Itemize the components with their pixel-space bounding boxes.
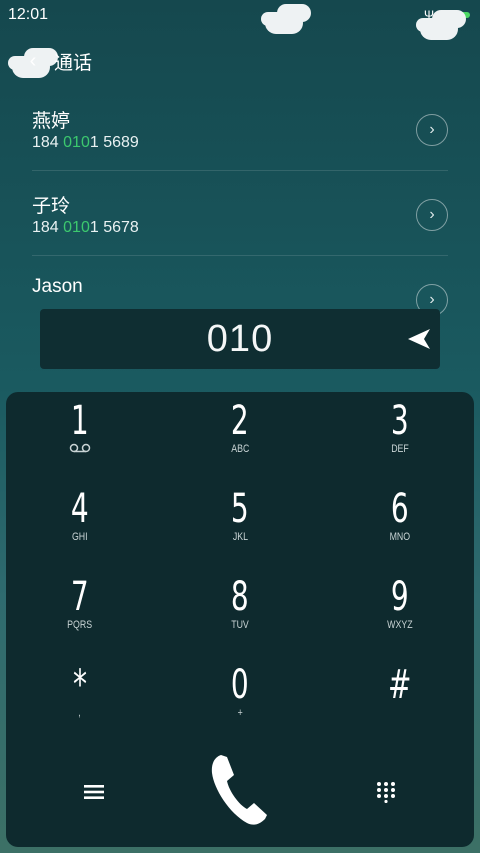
key-letters: GHI — [72, 531, 88, 543]
key-digit: # — [388, 662, 412, 708]
phone-handset-icon — [211, 755, 267, 825]
key-digit: 1 — [71, 398, 89, 444]
key-4[interactable]: 4 GHI — [10, 488, 150, 568]
key-digit: 6 — [391, 486, 409, 532]
back-arrow-icon: ‹ — [29, 49, 37, 72]
key-8[interactable]: 8 TUV — [170, 576, 310, 656]
contact-detail-button[interactable]: › — [416, 199, 448, 231]
status-time: 12:01 — [8, 6, 49, 23]
key-star[interactable]: * , — [10, 664, 150, 744]
key-9[interactable]: 9 WXYZ — [330, 576, 470, 656]
key-5[interactable]: 5 JKL — [170, 488, 310, 568]
key-0[interactable]: 0 + — [170, 664, 310, 744]
contact-detail-button[interactable]: › — [416, 114, 448, 146]
key-letters: MNO — [389, 531, 411, 543]
list-item[interactable]: 燕婷 184 0101 5689 › — [32, 86, 448, 170]
contact-name: Jason — [32, 276, 83, 297]
status-bar: 12:01 Ψ — [0, 0, 480, 30]
chevron-right-icon: › — [429, 121, 435, 138]
key-letters: WXYZ — [387, 619, 413, 631]
dial-input-value: 010 — [206, 317, 274, 360]
key-2[interactable]: 2 ABC — [170, 400, 310, 480]
key-digit: 4 — [71, 486, 89, 532]
back-button[interactable]: ‹ — [18, 46, 48, 76]
menu-button[interactable] — [74, 772, 114, 812]
key-7[interactable]: 7 PQRS — [10, 576, 150, 656]
key-digit: 7 — [71, 574, 89, 620]
cloud-decoration-icon — [420, 18, 458, 40]
key-3[interactable]: 3 DEF — [330, 400, 470, 480]
contact-number: 184 0101 5678 — [32, 219, 139, 236]
key-hash[interactable]: # — [330, 664, 470, 744]
key-digit: 5 — [231, 486, 249, 532]
key-1[interactable]: 1 — [10, 400, 150, 480]
dialpad-toggle-button[interactable] — [366, 772, 406, 812]
key-digit: 3 — [391, 398, 409, 444]
dial-input[interactable]: 010 — [40, 309, 440, 369]
key-letters: JKL — [232, 531, 248, 543]
page-title: 通话 — [54, 53, 93, 74]
key-digit: 0 — [231, 662, 249, 708]
dial-pad: 1 2 ABC 3 DEF 4 GHI 5 JKL 6 MNO 7 PQRS 8… — [6, 392, 474, 847]
chevron-right-icon: › — [429, 206, 435, 223]
key-letters: , — [78, 707, 82, 719]
list-item[interactable]: 子玲 184 0101 5678 › — [32, 170, 448, 255]
key-letters: ABC — [230, 443, 250, 455]
key-letters: TUV — [231, 619, 249, 631]
key-digit: 2 — [231, 398, 249, 444]
key-digit: * — [73, 662, 87, 708]
key-digit: 9 — [391, 574, 409, 620]
contact-name: 子玲 — [32, 196, 71, 217]
chevron-right-icon: › — [429, 291, 435, 308]
key-letters: PQRS — [67, 619, 93, 631]
backspace-icon[interactable] — [406, 326, 432, 352]
call-button[interactable] — [204, 754, 274, 825]
contact-number: 184 0101 5689 — [32, 134, 139, 151]
menu-icon — [84, 785, 104, 799]
key-6[interactable]: 6 MNO — [330, 488, 470, 568]
contact-list: 燕婷 184 0101 5689 › 子玲 184 0101 5678 › Ja… — [0, 86, 480, 340]
cloud-decoration-icon — [265, 12, 303, 34]
key-letters: DEF — [391, 443, 409, 455]
contact-name: 燕婷 — [32, 111, 71, 132]
key-digit: 8 — [231, 574, 249, 620]
key-letters: + — [237, 707, 243, 719]
dialpad-icon — [377, 782, 395, 803]
header: ‹ 通话 — [0, 40, 480, 80]
